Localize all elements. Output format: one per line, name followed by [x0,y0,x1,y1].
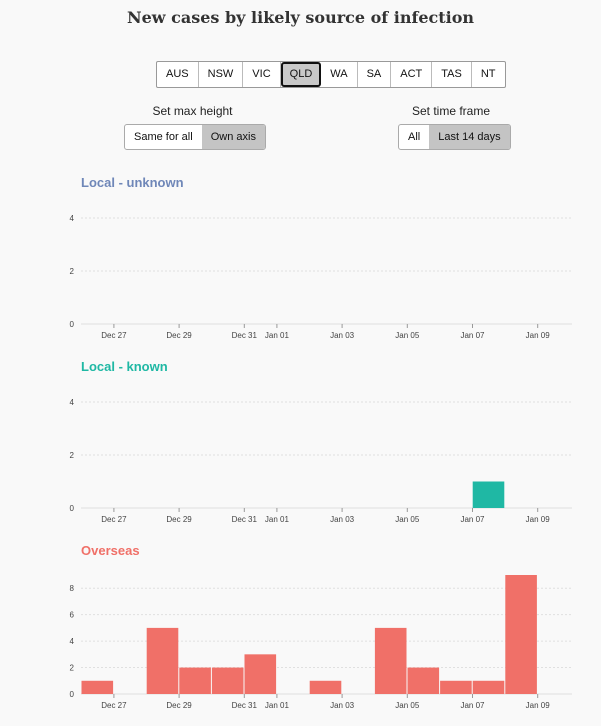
state-button-sa[interactable]: SA [358,62,392,87]
y-tick-label: 6 [70,611,75,620]
bar-dec-26[interactable] [81,680,114,694]
state-button-vic[interactable]: VIC [243,62,281,87]
bar-jan-02[interactable] [309,680,342,694]
bar-jan-08[interactable] [505,575,537,694]
x-tick-label: Dec 31 [232,515,258,524]
chart-title: New cases by likely source of infection [126,8,475,27]
x-tick-label: Jan 07 [460,331,485,340]
bar-dec-29[interactable] [179,667,211,694]
y-tick-label: 8 [70,584,75,593]
y-tick-label: 4 [70,637,75,646]
state-button-qld[interactable]: QLD [280,62,322,87]
x-tick-label: Jan 05 [395,331,420,340]
same-for-all-button[interactable]: Same for all [125,125,202,149]
x-tick-label: Dec 29 [166,701,192,710]
bar-dec-30[interactable] [211,667,244,694]
local-unknown-chart: 0 2 4 Dec 27 Dec 29 Dec 31 Jan 01 Jan 03 Jan 05 J… [70,214,572,340]
time-frame-toggle: All Last 14 days [398,124,511,150]
state-button-act[interactable]: ACT [391,62,433,87]
x-tick-label: Jan 05 [395,515,420,524]
state-button-tas[interactable]: TAS [432,62,472,87]
y-tick-label: 2 [70,664,75,673]
x-tick-label: Jan 01 [265,515,290,524]
x-tick-label: Jan 03 [330,331,355,340]
bar-dec-28[interactable] [146,627,179,694]
y-tick-label: 0 [70,504,75,513]
x-tick-label: Dec 31 [232,331,258,340]
bar-jan-05[interactable] [407,667,440,694]
y-tick-label: 4 [70,214,75,223]
x-tick-label: Dec 27 [101,701,127,710]
state-selector: AUS NSW VIC QLD WA SA ACT TAS NT [156,61,506,88]
state-button-nt[interactable]: NT [472,62,505,87]
x-tick-label: Dec 27 [101,515,127,524]
y-tick-label: 0 [70,320,75,329]
bar-jan-07[interactable] [472,481,505,509]
x-tick-label: Jan 09 [526,331,551,340]
state-button-wa[interactable]: WA [321,62,358,87]
x-tick-label: Jan 07 [460,701,485,710]
x-tick-label: Jan 01 [265,701,290,710]
x-tick-label: Jan 09 [526,515,551,524]
x-tick-label: Dec 29 [166,331,192,340]
local-known-chart: 0 2 4 Dec 27 Dec 29 Dec 31 Jan 01 Jan 03 Jan 05 J… [70,398,572,524]
x-tick-label: Jan 09 [526,701,551,710]
state-button-nsw[interactable]: NSW [199,62,244,87]
x-tick-label: Jan 03 [330,515,355,524]
x-tick-label: Jan 07 [460,515,485,524]
state-button-aus[interactable]: AUS [157,62,199,87]
panel-title-overseas: Overseas [81,543,140,558]
panel-title-local-known: Local - known [81,359,168,374]
y-tick-label: 2 [70,267,75,276]
bar-jan-07[interactable] [472,680,505,694]
y-tick-label: 2 [70,451,75,460]
max-height-toggle: Same for all Own axis [124,124,266,150]
bar-jan-06[interactable] [440,680,472,694]
overseas-chart: 0 2 4 6 8 Dec 27 Dec 29 Dec 31 Jan 01 Jan 03 Jan 0… [70,575,572,710]
x-tick-label: Dec 27 [101,331,127,340]
all-button[interactable]: All [399,125,429,149]
x-tick-label: Dec 29 [166,515,192,524]
x-tick-label: Jan 05 [395,701,420,710]
max-height-label: Set max height [152,104,233,118]
x-tick-label: Jan 01 [265,331,290,340]
last-14-days-button[interactable]: Last 14 days [429,125,510,149]
bar-jan-04[interactable] [374,627,407,694]
panel-title-local-unknown: Local - unknown [81,175,184,190]
own-axis-button[interactable]: Own axis [201,125,265,149]
y-tick-label: 4 [70,398,75,407]
time-frame-label: Set time frame [411,104,491,118]
y-tick-label: 0 [70,690,75,699]
x-tick-label: Jan 03 [330,701,355,710]
bar-dec-31[interactable] [244,654,277,694]
x-tick-label: Dec 31 [232,701,258,710]
